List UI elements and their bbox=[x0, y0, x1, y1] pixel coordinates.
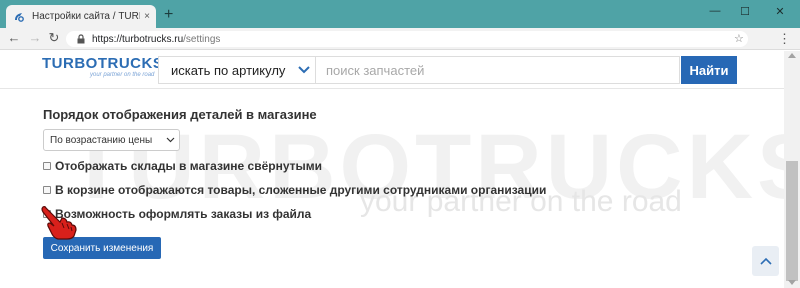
site-header: TURBOTRUCKS your partner on the road иск… bbox=[0, 51, 784, 89]
section-title: Порядок отображения деталей в магазине bbox=[43, 107, 317, 122]
browser-titlebar: Настройки сайта / TURBOTRUCKS × + — ☐ ✕ bbox=[0, 0, 800, 28]
reload-icon[interactable]: ↻ bbox=[46, 30, 62, 46]
option-orders-from-file[interactable]: Возможность оформлять заказы из файла bbox=[43, 207, 311, 221]
browser-toolbar: ← → ↻ https://turbotrucks.ru/settings ☆ … bbox=[0, 28, 800, 50]
lock-icon bbox=[77, 34, 85, 44]
page-scrollbar[interactable] bbox=[784, 51, 800, 288]
browser-tab[interactable]: Настройки сайта / TURBOTRUCKS × bbox=[6, 5, 156, 28]
chevron-down-icon bbox=[161, 137, 179, 143]
site-logo[interactable]: TURBOTRUCKS your partner on the road bbox=[42, 55, 163, 78]
sort-order-value: По возрастанию цены bbox=[50, 134, 153, 146]
find-button[interactable]: Найти bbox=[681, 56, 737, 84]
save-changes-button[interactable]: Сохранить изменения bbox=[43, 237, 161, 259]
browser-menu-icon[interactable]: ⋮ bbox=[778, 31, 791, 47]
logo-text-trucks: TRUCKS bbox=[97, 55, 164, 72]
back-arrow-icon[interactable]: ← bbox=[6, 30, 22, 45]
sort-order-select[interactable]: По возрастанию цены bbox=[43, 129, 180, 151]
logo-tagline: your partner on the road bbox=[90, 72, 155, 78]
search-input[interactable]: поиск запчастей bbox=[316, 56, 680, 84]
option-shared-cart[interactable]: В корзине отображаются товары, сложенные… bbox=[43, 183, 546, 197]
page-viewport: TURBOTRUCKS your partner on the road TUR… bbox=[0, 51, 800, 288]
search-mode-select[interactable]: искать по артикулу bbox=[158, 56, 316, 84]
option-label: Возможность оформлять заказы из файла bbox=[55, 207, 312, 221]
site-favicon-icon bbox=[12, 10, 26, 24]
tab-title: Настройки сайта / TURBOTRUCKS bbox=[32, 11, 140, 22]
chevron-up-icon bbox=[759, 257, 772, 265]
address-bar[interactable]: https://turbotrucks.ru/settings bbox=[66, 31, 748, 47]
window-close-icon[interactable]: ✕ bbox=[760, 0, 800, 22]
tab-close-icon[interactable]: × bbox=[144, 11, 150, 22]
settings-panel: Порядок отображения деталей в магазине П… bbox=[43, 107, 546, 259]
url-text: https://turbotrucks.ru/settings bbox=[92, 33, 221, 45]
scroll-down-arrow-icon[interactable] bbox=[788, 280, 796, 285]
logo-text-turbo: TURBO bbox=[42, 55, 98, 72]
scrollbar-thumb[interactable] bbox=[786, 161, 798, 281]
hand-pointer-icon bbox=[41, 206, 77, 240]
maximize-icon[interactable]: ☐ bbox=[730, 0, 760, 22]
new-tab-button[interactable]: + bbox=[164, 6, 173, 24]
option-collapse-warehouses[interactable]: Отображать склады в магазине свёрнутыми bbox=[43, 159, 322, 173]
minimize-icon[interactable]: — bbox=[700, 0, 730, 22]
chevron-down-icon bbox=[293, 66, 315, 74]
checkbox[interactable] bbox=[43, 162, 51, 170]
option-label: В корзине отображаются товары, сложенные… bbox=[55, 183, 547, 197]
bookmark-star-icon[interactable]: ☆ bbox=[734, 32, 744, 45]
option-label: Отображать склады в магазине свёрнутыми bbox=[55, 159, 323, 173]
forward-arrow-icon[interactable]: → bbox=[27, 30, 43, 45]
scroll-to-top-button[interactable] bbox=[752, 246, 779, 276]
checkbox[interactable] bbox=[43, 186, 51, 194]
search-mode-label: искать по артикулу bbox=[171, 62, 286, 78]
window-controls: — ☐ ✕ bbox=[700, 0, 800, 22]
scroll-up-arrow-icon[interactable] bbox=[788, 53, 796, 58]
